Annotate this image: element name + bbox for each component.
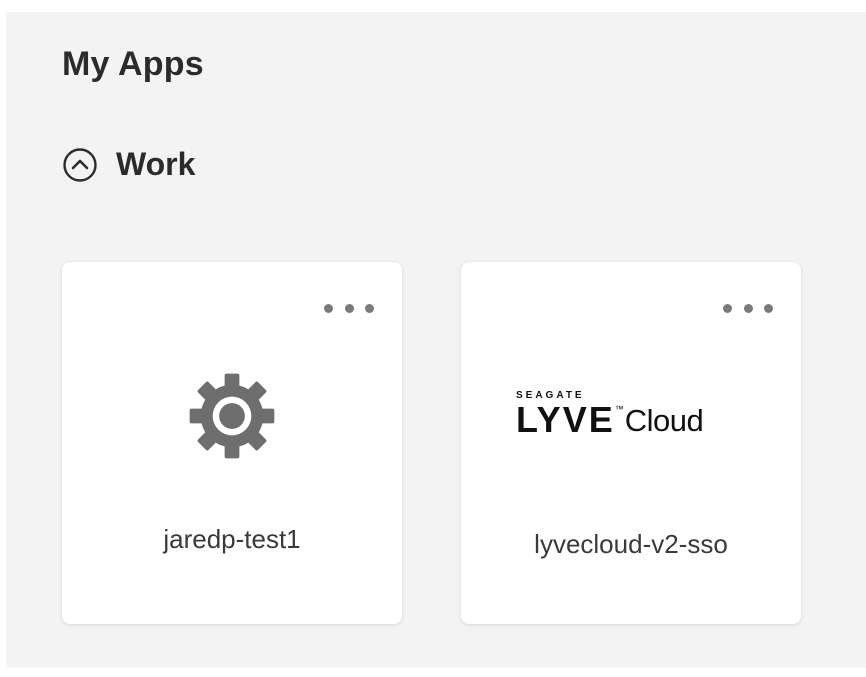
chevron-up-circle-icon[interactable]: [62, 147, 98, 183]
more-dot: [365, 303, 374, 313]
more-options-button[interactable]: [723, 300, 773, 316]
app-card-jaredp-test1[interactable]: jaredp-test1: [62, 262, 402, 624]
logo-word: LYVE: [516, 399, 615, 440]
my-apps-panel: My Apps Work jaredp-test1 SEAGATE LYVE ™…: [6, 12, 866, 667]
app-name: lyvecloud-v2-sso: [534, 529, 728, 559]
lyve-cloud-logo: SEAGATE LYVE ™ Cloud: [516, 390, 751, 440]
more-dot: [344, 303, 354, 313]
page-title: My Apps: [62, 45, 204, 83]
app-name: jaredp-test1: [163, 524, 301, 554]
more-horizontal-icon: [723, 303, 732, 313]
gear-icon: [189, 373, 275, 459]
app-card-lyvecloud-v2-sso[interactable]: SEAGATE LYVE ™ Cloud lyvecloud-v2-sso: [461, 262, 801, 624]
more-horizontal-icon: [324, 303, 333, 313]
logo-tm: ™: [614, 404, 624, 414]
logo-suffix: Cloud: [624, 403, 704, 438]
section-title: Work: [116, 146, 196, 182]
more-dot: [764, 303, 773, 313]
more-dot: [743, 303, 753, 313]
logo-main: LYVE ™ Cloud: [516, 399, 704, 440]
section-header-work[interactable]: Work: [62, 146, 195, 183]
more-options-button[interactable]: [324, 300, 374, 316]
